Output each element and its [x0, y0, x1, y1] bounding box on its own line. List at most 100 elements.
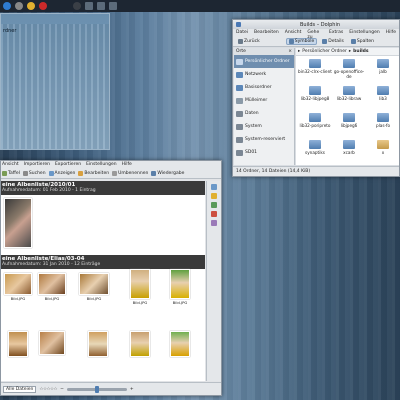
place-item[interactable]: Mülleimer — [234, 94, 294, 107]
folder-icon — [309, 59, 321, 68]
menu-bar: Datei Bearbeiten Ansicht Gehe zu Extras … — [233, 29, 399, 40]
folder-icon — [236, 22, 241, 27]
menu-item[interactable]: Einstellungen — [349, 30, 380, 36]
thumbnail[interactable] — [3, 331, 33, 371]
album-date: Aufnahmedatum: 31 Jan 2010 - 12 Einträge — [2, 262, 101, 267]
chevron-right-icon: ▸ — [348, 49, 352, 54]
edit-button[interactable]: Bearbeiten — [78, 171, 109, 176]
rename-button[interactable]: Umbenennen — [112, 171, 148, 176]
album-header: eine Albenliste/Elias/03-04 Aufnahmedatu… — [1, 255, 205, 269]
menu-item[interactable]: Ansicht — [2, 162, 19, 168]
place-item[interactable]: Persönlicher Ordner — [234, 55, 294, 68]
file-view[interactable]: ▸ Persönlicher Ordner ▸ builds bin32-clr… — [296, 48, 399, 165]
folder-item[interactable]: plas-fo — [366, 113, 400, 137]
menu-item[interactable]: Exportieren — [55, 162, 81, 168]
folder-item[interactable]: lib32-libraw — [332, 86, 366, 110]
app-icon[interactable] — [27, 2, 35, 10]
menu-item[interactable]: Gehe zu — [307, 30, 323, 40]
geolocation-icon[interactable] — [211, 202, 217, 208]
menu-item[interactable]: Hilfe — [122, 162, 132, 168]
folder-item[interactable]: lib32-libjpeg8 — [298, 86, 332, 110]
title-bar[interactable]: Builds – Dolphin — [233, 20, 399, 29]
photo — [170, 331, 190, 357]
folder-item[interactable]: lib32-poripreto — [298, 113, 332, 137]
folder-label: go-openoffice-de — [333, 69, 365, 79]
menu-item[interactable]: Bearbeiten — [254, 30, 279, 36]
view-button[interactable]: Anzeigen — [48, 171, 76, 176]
window-title: rdner — [3, 28, 17, 34]
place-item[interactable]: Basisordner — [234, 81, 294, 94]
app-icon[interactable] — [85, 2, 93, 10]
slideshow-button[interactable]: Wiedergabe — [151, 171, 184, 176]
properties-icon[interactable] — [211, 184, 217, 190]
thumbnail[interactable]: Bild.JPG — [37, 273, 67, 313]
back-button[interactable]: Zurück — [236, 39, 262, 44]
versions-icon[interactable] — [211, 220, 217, 226]
breadcrumb-item[interactable]: Persönlicher Ordner — [302, 49, 347, 54]
kde-menu-icon[interactable] — [3, 2, 11, 10]
photo — [170, 269, 190, 299]
thumbnail[interactable]: Bild.JPG — [165, 269, 195, 309]
folder-item[interactable]: xcarb — [332, 140, 366, 164]
columns-view-button[interactable]: Spalten — [349, 39, 376, 44]
zoom-slider[interactable] — [66, 385, 127, 393]
folder-label: plas-fo — [375, 123, 391, 128]
folder-item[interactable]: jalb — [366, 59, 400, 83]
background-window[interactable]: rdner — [0, 13, 110, 150]
toolbar-label: Wiedergabe — [157, 171, 185, 176]
folder-item[interactable]: go-openoffice-de — [332, 59, 366, 83]
place-item[interactable]: System — [234, 120, 294, 133]
metadata-icon[interactable] — [211, 193, 217, 199]
app-icon[interactable] — [15, 2, 23, 10]
folder-label: bin32-clrx-client — [298, 69, 332, 74]
app-icon[interactable] — [97, 2, 105, 10]
thumbnail[interactable] — [3, 198, 33, 252]
app-icon[interactable] — [39, 2, 47, 10]
breadcrumb-item[interactable]: builds — [353, 49, 368, 54]
menu-item[interactable]: Einstellungen — [86, 162, 117, 168]
details-view-button[interactable]: Details — [320, 39, 346, 44]
tags-icon[interactable] — [211, 211, 217, 217]
search-button[interactable]: Suchen — [22, 171, 46, 176]
folder-label: jalb — [379, 69, 387, 74]
toolbar-button[interactable]: Taffel — [2, 171, 20, 176]
thumbnail[interactable]: Bild.JPG — [125, 269, 155, 309]
folder-icon — [309, 86, 321, 95]
place-item[interactable]: Daten — [234, 107, 294, 120]
folder-item[interactable]: x — [366, 140, 400, 164]
zoom-out-icon[interactable]: − — [60, 387, 64, 392]
toolbar-label: Anzeigen — [54, 171, 76, 176]
thumbnail[interactable]: Bild.JPG — [79, 273, 109, 313]
folder-icon — [377, 140, 389, 149]
zoom-in-icon[interactable]: + — [130, 387, 134, 392]
thumbnail[interactable] — [165, 331, 195, 371]
thumb-caption: Bild.JPG — [44, 296, 60, 301]
place-item[interactable]: Netzwerk — [234, 68, 294, 81]
icons-view-button[interactable]: Symbole — [285, 38, 318, 45]
menu-item[interactable]: Datei — [236, 30, 248, 36]
toolbar-label: Bearbeiten — [84, 171, 110, 176]
close-icon[interactable]: × — [288, 49, 292, 54]
thumbnail[interactable] — [37, 331, 67, 371]
thumbnail[interactable] — [125, 331, 155, 371]
rating-filter[interactable]: ☆☆☆☆☆ — [39, 387, 57, 392]
details-view-label: Details — [328, 39, 344, 44]
folder-item[interactable]: synaptiks — [298, 140, 332, 164]
menu-item[interactable]: Ansicht — [285, 30, 302, 36]
place-item[interactable]: SD01 — [234, 146, 294, 159]
folder-item[interactable]: lib3 — [366, 86, 400, 110]
folder-item[interactable]: libjpeg6 — [332, 113, 366, 137]
thumbnail[interactable] — [83, 331, 113, 371]
menu-item[interactable]: Extras — [329, 30, 343, 36]
thumbnail-view[interactable]: eine Albenliste/2010/01 Aufnahmedatum: 0… — [1, 181, 205, 381]
filter-select[interactable]: Alle Dateien — [3, 385, 37, 393]
app-icon[interactable] — [109, 2, 117, 10]
folder-item[interactable]: bin32-clrx-client — [298, 59, 332, 83]
menu-item[interactable]: Hilfe — [386, 30, 396, 36]
thumbnail[interactable]: Bild.JPG — [3, 273, 33, 313]
digikam-window[interactable]: Ansicht Importieren Exportieren Einstell… — [0, 160, 222, 396]
dolphin-window[interactable]: Builds – Dolphin Datei Bearbeiten Ansich… — [232, 19, 400, 177]
menu-item[interactable]: Importieren — [24, 162, 50, 168]
place-item[interactable]: System-reserviert — [234, 133, 294, 146]
app-icon[interactable] — [73, 2, 81, 10]
